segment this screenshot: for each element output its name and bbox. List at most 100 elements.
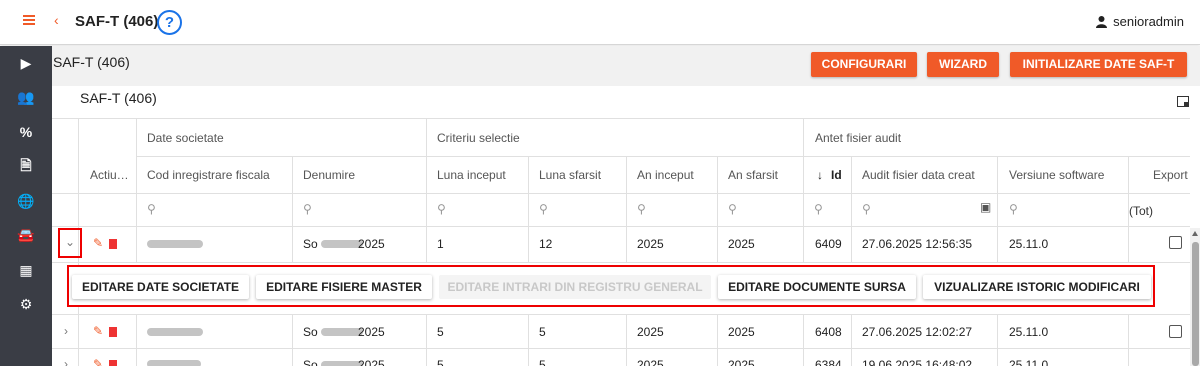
cell-an-sfarsit: 2025	[728, 237, 755, 251]
column-chooser-icon[interactable]	[1177, 96, 1189, 107]
cell-id: 6408	[815, 325, 842, 339]
edit-icon[interactable]: ✎	[93, 324, 103, 338]
cell-luna-sfarsit: 12	[539, 237, 553, 251]
cell-versiune: 25.11.0	[1009, 325, 1049, 339]
gear-icon[interactable]: ⚙	[0, 288, 52, 323]
cif-redacted	[147, 240, 203, 248]
cif-redacted	[147, 328, 203, 336]
group-antet-fisier: Antet fisier audit	[815, 131, 902, 145]
data-grid: Date societate Criteriu selectie Antet f…	[52, 118, 1190, 366]
calculator-icon[interactable]: ▦	[0, 253, 52, 288]
col-id[interactable]: Id	[831, 168, 842, 182]
search-icon[interactable]: ⚲	[303, 202, 312, 216]
editare-documente-button[interactable]: EDITARE DOCUMENTE SURSA	[718, 275, 916, 299]
cell-an-inceput: 2025	[637, 358, 664, 366]
cell-denumire-a: So	[303, 358, 318, 366]
export-checkbox[interactable]	[1169, 325, 1182, 338]
search-icon[interactable]: ⚲	[147, 202, 156, 216]
cell-denumire-a: So	[303, 325, 318, 339]
search-icon[interactable]: ⚲	[437, 202, 446, 216]
denumire-redacted	[321, 240, 363, 248]
cell-an-inceput: 2025	[637, 237, 664, 251]
cell-luna-sfarsit: 5	[539, 325, 546, 339]
help-icon[interactable]: ?	[157, 10, 182, 35]
globe-icon[interactable]: 🌐	[0, 184, 52, 219]
vertical-scrollbar[interactable]	[1190, 228, 1200, 366]
user-icon	[1096, 16, 1108, 31]
denumire-redacted	[321, 328, 363, 336]
cell-versiune: 25.11.0	[1009, 358, 1049, 366]
cell-audit: 27.06.2025 12:02:27	[862, 325, 973, 339]
editare-date-societate-button[interactable]: EDITARE DATE SOCIETATE	[72, 275, 249, 299]
initializare-button[interactable]: INITIALIZARE DATE SAF-T	[1010, 52, 1187, 77]
col-cif[interactable]: Cod inregistrare fiscala	[147, 168, 270, 182]
cell-audit: 27.06.2025 12:56:35	[862, 237, 973, 251]
edit-icon[interactable]: ✎	[93, 357, 103, 366]
search-icon[interactable]: ⚲	[862, 202, 871, 216]
cell-versiune: 25.11.0	[1009, 237, 1049, 251]
search-icon[interactable]: ⚲	[1009, 202, 1018, 216]
cell-audit: 19.06.2025 16:48:02	[862, 358, 973, 366]
cell-an-sfarsit: 2025	[728, 325, 755, 339]
back-icon[interactable]: ‹	[54, 12, 59, 28]
col-export[interactable]: Export	[1153, 168, 1188, 182]
panel-title: SAF-T (406)	[53, 54, 130, 70]
wizard-button[interactable]: WIZARD	[927, 52, 999, 77]
cell-luna-sfarsit: 5	[539, 358, 546, 366]
export-checkbox[interactable]	[1169, 236, 1182, 249]
row-actions-bar: EDITARE DATE SOCIETATE EDITARE FISIERE M…	[67, 265, 1155, 307]
top-bar: ‹ SAF-T (406) ? senioradmin	[0, 0, 1200, 45]
document-icon[interactable]: 🗎	[0, 150, 52, 185]
col-an-inceput[interactable]: An inceput	[637, 168, 694, 182]
cell-luna-inceput: 1	[437, 237, 444, 251]
col-luna-inceput[interactable]: Luna inceput	[437, 168, 506, 182]
grid-title: SAF-T (406)	[80, 90, 157, 106]
configurari-button[interactable]: CONFIGURARI	[811, 52, 917, 77]
vizualizare-istoric-button[interactable]: VIZUALIZARE ISTORIC MODIFICARI	[923, 275, 1151, 299]
group-date-societate: Date societate	[147, 131, 224, 145]
scroll-up-icon[interactable]	[1192, 231, 1198, 236]
percent-icon[interactable]: %	[0, 115, 52, 150]
expand-chevron-icon[interactable]: ›	[64, 357, 68, 366]
cell-an-inceput: 2025	[637, 325, 664, 339]
delete-icon[interactable]	[109, 327, 117, 337]
search-icon[interactable]: ⚲	[637, 202, 646, 216]
page-title: SAF-T (406)	[75, 13, 159, 30]
expand-chevron-icon[interactable]: ›	[64, 324, 68, 338]
cif-redacted	[147, 360, 201, 366]
delete-icon[interactable]	[109, 360, 117, 366]
panel-header: SAF-T (406) CONFIGURARI WIZARD INITIALIZ…	[52, 46, 1200, 86]
col-versiune[interactable]: Versiune software	[1009, 168, 1104, 182]
col-audit[interactable]: Audit fisier data creat	[862, 168, 975, 182]
editare-fisiere-master-button[interactable]: EDITARE FISIERE MASTER	[256, 275, 432, 299]
cell-denumire-b: 2025	[358, 358, 385, 366]
search-icon[interactable]: ⚲	[728, 202, 737, 216]
menu-icon[interactable]	[23, 15, 35, 25]
col-an-sfarsit[interactable]: An sfarsit	[728, 168, 778, 182]
denumire-redacted	[321, 361, 363, 366]
cell-an-sfarsit: 2025	[728, 358, 755, 366]
car-icon[interactable]: 🚘	[0, 219, 52, 254]
edit-icon[interactable]: ✎	[93, 236, 103, 250]
cell-id: 6384	[815, 358, 842, 366]
col-denumire[interactable]: Denumire	[303, 168, 355, 182]
col-actiuni[interactable]: Actiu…	[90, 168, 129, 182]
sidebar: ▶ 👥 % 🗎 🌐 🚘 ▦ ⚙	[0, 46, 52, 366]
scrollbar-thumb[interactable]	[1192, 242, 1199, 366]
cell-denumire-a: So	[303, 237, 318, 251]
cell-denumire-b: 2025	[358, 237, 385, 251]
user-menu[interactable]: senioradmin	[1096, 14, 1184, 31]
users-icon[interactable]: 👥	[0, 81, 52, 116]
export-filter[interactable]: (Tot)	[1129, 204, 1153, 218]
col-luna-sfarsit[interactable]: Luna sfarsit	[539, 168, 601, 182]
tag-icon[interactable]: ▶	[0, 46, 52, 81]
cell-id: 6409	[815, 237, 842, 251]
delete-icon[interactable]	[109, 239, 117, 249]
editare-intrari-button[interactable]: EDITARE INTRARI DIN REGISTRU GENERAL	[439, 275, 711, 299]
cell-denumire-b: 2025	[358, 325, 385, 339]
search-icon[interactable]: ⚲	[539, 202, 548, 216]
calendar-icon[interactable]: ▣	[980, 200, 991, 214]
username: senioradmin	[1113, 14, 1184, 29]
search-icon[interactable]: ⚲	[814, 202, 823, 216]
cell-luna-inceput: 5	[437, 325, 444, 339]
